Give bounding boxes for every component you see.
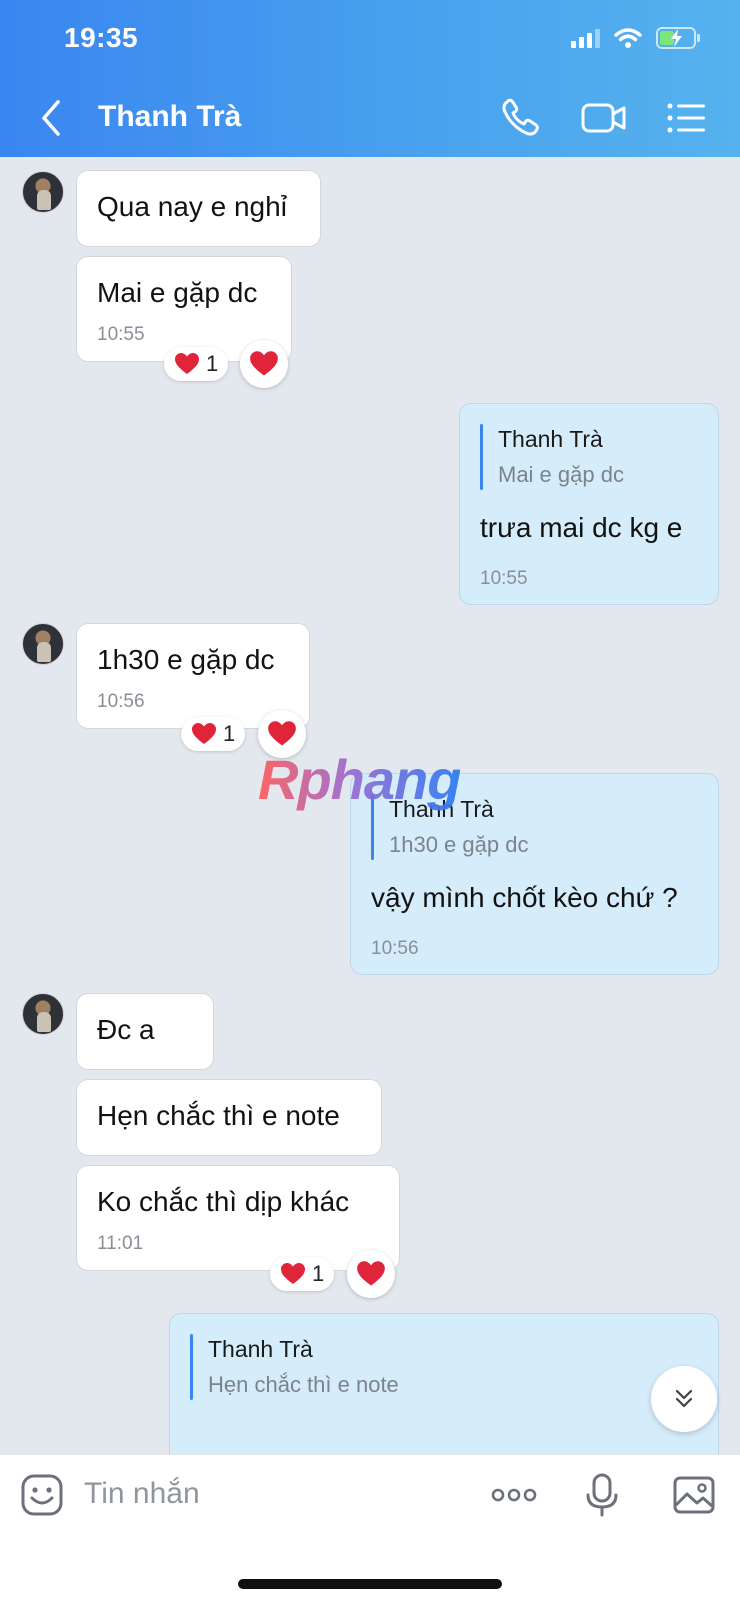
heart-icon (175, 353, 199, 374)
message-bubble[interactable]: Hẹn chắc thì e note (76, 1079, 382, 1156)
scroll-to-bottom-button[interactable] (651, 1366, 717, 1432)
avatar[interactable] (22, 993, 64, 1035)
message-time: 11:01 (97, 1233, 144, 1254)
message-bubble-outgoing[interactable]: Thanh Trà Hẹn chắc thì e note (169, 1313, 719, 1454)
reaction-count: 1 (223, 721, 236, 746)
message-time: 10:56 (371, 938, 419, 959)
composer-bar: Tin nhắn (0, 1454, 740, 1600)
phone-icon[interactable] (498, 96, 542, 140)
react-button[interactable] (347, 1250, 395, 1298)
chat-header: 19:35 Thanh Trà (0, 0, 740, 157)
more-dots-icon[interactable] (490, 1473, 538, 1517)
video-camera-icon[interactable] (580, 96, 628, 140)
reaction-count: 1 (206, 351, 219, 376)
message-text: Qua nay e nghỉ (97, 191, 287, 222)
avatar[interactable] (22, 623, 64, 665)
message-text: 1h30 e gặp dc (97, 644, 275, 675)
react-button[interactable] (240, 340, 288, 388)
reaction-summary[interactable]: 1 (270, 1257, 335, 1291)
message-time: 10:55 (480, 568, 528, 589)
quote-author: Thanh Trà (208, 1336, 313, 1362)
message-bubble[interactable]: Qua nay e nghỉ (76, 170, 321, 247)
heart-icon (357, 1261, 385, 1286)
message-bubble[interactable]: Đc a (76, 993, 214, 1070)
message-text: vậy mình chốt kèo chứ ? (371, 882, 678, 913)
message-bubble[interactable]: Ko chắc thì dịp khác 11:01 (76, 1165, 400, 1271)
quote-text: Mai e gặp dc (498, 462, 624, 487)
watermark-logo: Rphang (258, 748, 461, 811)
wifi-icon (614, 28, 642, 48)
message-text: Ko chắc thì dịp khác (97, 1186, 350, 1217)
quote-bar (480, 424, 483, 490)
quote-bar (190, 1334, 193, 1400)
message-input[interactable]: Tin nhắn (84, 1477, 200, 1511)
reaction-count: 1 (312, 1261, 325, 1286)
signal-icon (571, 29, 600, 48)
microphone-icon[interactable] (580, 1473, 624, 1517)
avatar[interactable] (22, 171, 64, 213)
reaction-summary[interactable]: 1 (164, 347, 229, 381)
message-list[interactable]: Qua nay e nghỉ Mai e gặp dc 10:55 1 Than… (0, 157, 740, 1454)
image-icon[interactable] (672, 1473, 716, 1517)
back-chevron-icon[interactable] (36, 98, 66, 138)
quote-text: Hẹn chắc thì e note (208, 1372, 399, 1397)
battery-icon (656, 27, 700, 49)
heart-icon (192, 723, 216, 744)
contact-name[interactable]: Thanh Trà (98, 100, 241, 134)
quote-author: Thanh Trà (498, 426, 603, 452)
heart-icon (281, 1263, 305, 1284)
message-bubble-outgoing[interactable]: Thanh Trà Mai e gặp dc trưa mai dc kg e … (459, 403, 719, 605)
message-text: Hẹn chắc thì e note (97, 1100, 340, 1131)
double-chevron-down-icon (675, 1389, 693, 1408)
status-time: 19:35 (64, 22, 139, 53)
message-time: 10:55 (97, 324, 145, 345)
reaction-summary[interactable]: 1 (181, 717, 246, 751)
heart-icon (250, 351, 278, 376)
message-text: trưa mai dc kg e (480, 512, 683, 543)
heart-icon (268, 721, 296, 746)
message-text: Đc a (97, 1014, 155, 1045)
list-menu-icon[interactable] (664, 96, 708, 140)
status-icons (570, 26, 702, 50)
sticker-smile-icon[interactable] (20, 1473, 64, 1517)
message-text: Mai e gặp dc (97, 277, 258, 308)
message-time: 10:56 (97, 691, 145, 712)
quote-text: 1h30 e gặp dc (389, 832, 529, 857)
home-indicator (238, 1579, 502, 1589)
